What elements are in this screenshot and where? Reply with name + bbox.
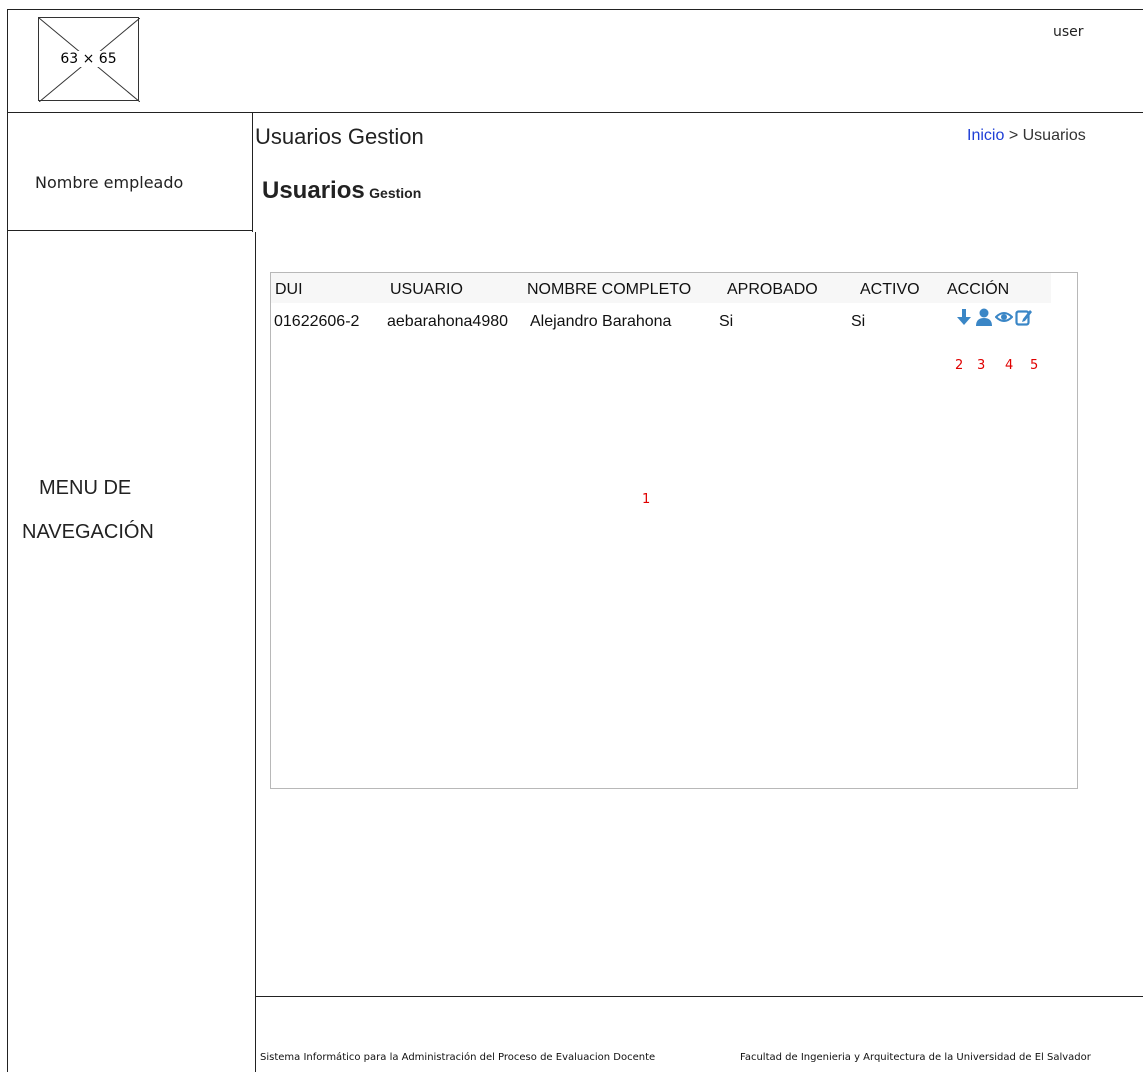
cell-activo: Si: [851, 313, 866, 330]
breadcrumb-current: Usuarios: [1022, 127, 1086, 144]
sidebar-divider: [7, 230, 252, 231]
footer-faculty-name: Facultad de Ingenieria y Arquitectura de…: [740, 1052, 1091, 1063]
column-header-activo[interactable]: ACTIVO: [860, 281, 920, 299]
page-title: Usuarios Gestion: [255, 124, 424, 149]
section-title: Usuarios Gestion: [262, 177, 421, 205]
navigation-menu-line1: MENU DE: [39, 477, 132, 499]
column-header-accion: ACCIÓN: [947, 281, 1010, 298]
annotation-4: 4: [1005, 358, 1014, 373]
section-title-sub: Gestion: [369, 185, 422, 201]
user-menu[interactable]: user: [1053, 24, 1084, 40]
users-table: [270, 272, 1078, 789]
cell-nombre: Alejandro Barahona: [530, 313, 672, 330]
download-arrow-icon[interactable]: [955, 307, 973, 327]
cell-usuario: aebarahona4980: [387, 313, 509, 330]
navigation-menu[interactable]: MENU DE NAVEGACIÓN: [22, 466, 212, 554]
edit-icon[interactable]: [1015, 307, 1033, 327]
breadcrumb-home-link[interactable]: Inicio: [967, 127, 1004, 144]
user-icon[interactable]: [975, 307, 993, 327]
column-header-dui[interactable]: DUI: [275, 281, 303, 299]
eye-icon[interactable]: [995, 307, 1013, 327]
logo-placeholder-label: 63 × 65: [58, 51, 119, 67]
column-header-nombre[interactable]: NOMBRE COMPLETO: [527, 281, 691, 299]
sidebar-right-border: [252, 112, 253, 232]
column-header-usuario[interactable]: USUARIO: [390, 281, 463, 299]
employee-name: Nombre empleado: [35, 173, 184, 192]
outer-left-border: [7, 9, 8, 1072]
annotation-5: 5: [1030, 358, 1039, 373]
annotation-1: 1: [642, 492, 651, 507]
breadcrumb: Inicio > Usuarios: [967, 127, 1086, 145]
header-bottom-border: [7, 112, 1143, 113]
annotation-3: 3: [977, 358, 986, 373]
section-title-main: Usuarios: [262, 177, 365, 204]
column-header-aprobado[interactable]: APROBADO: [727, 281, 818, 299]
sidebar-right-border-lower: [255, 232, 256, 1072]
cell-aprobado: Si: [719, 313, 734, 330]
outer-top-border: [7, 9, 1143, 10]
annotation-2: 2: [955, 358, 964, 373]
cell-dui: 01622606-2: [274, 313, 360, 330]
navigation-menu-line2: NAVEGACIÓN: [22, 521, 154, 543]
logo-placeholder: 63 × 65: [38, 17, 140, 102]
footer-system-name: Sistema Informático para la Administraci…: [260, 1052, 656, 1063]
breadcrumb-separator: >: [1008, 127, 1019, 144]
footer-top-border: [256, 996, 1143, 997]
